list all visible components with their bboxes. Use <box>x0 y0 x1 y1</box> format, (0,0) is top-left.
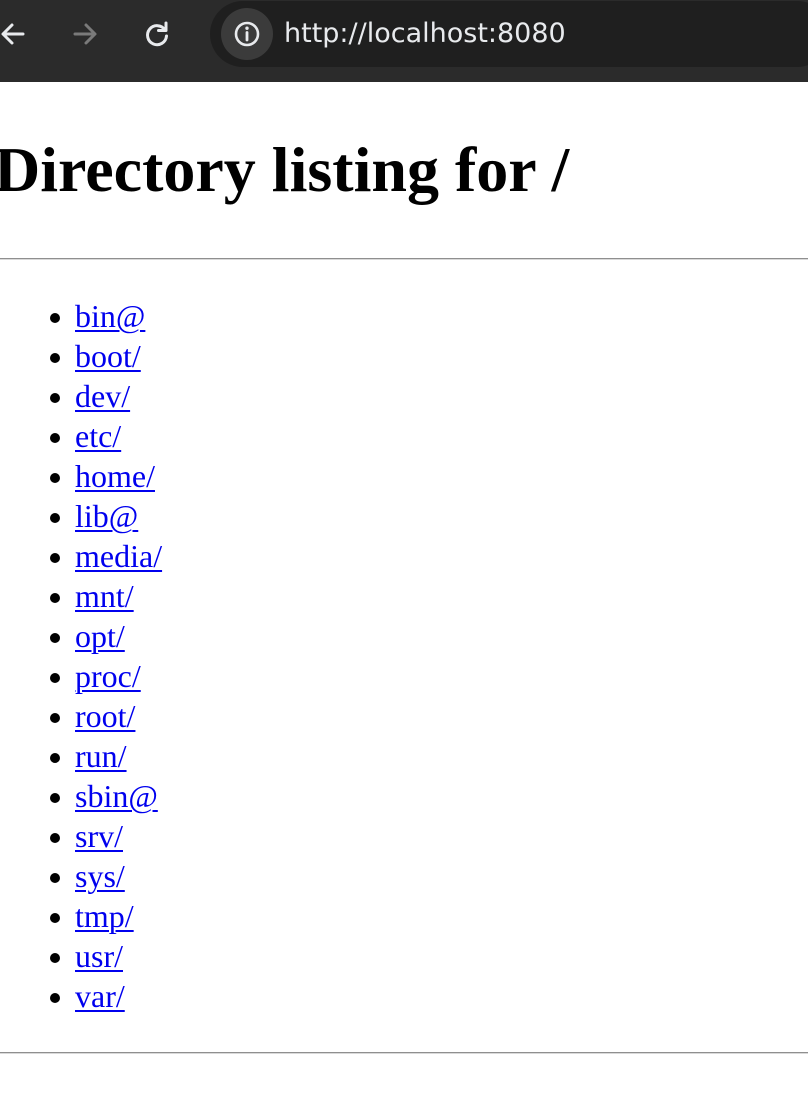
bullet-icon <box>50 633 60 643</box>
directory-link[interactable]: opt/ <box>75 616 125 656</box>
directory-link[interactable]: srv/ <box>75 816 123 856</box>
directory-link[interactable]: boot/ <box>75 336 141 376</box>
bullet-icon <box>50 433 60 443</box>
top-divider <box>0 258 808 260</box>
directory-link[interactable]: bin@ <box>75 296 145 336</box>
directory-link[interactable]: sys/ <box>75 856 125 896</box>
bullet-icon <box>50 793 60 803</box>
directory-link[interactable]: sbin@ <box>75 776 158 816</box>
directory-link[interactable]: var/ <box>75 976 125 1016</box>
bullet-icon <box>50 353 60 363</box>
directory-link[interactable]: etc/ <box>75 416 121 456</box>
reload-button[interactable] <box>140 17 174 51</box>
bullet-icon <box>50 553 60 563</box>
info-icon <box>234 21 260 47</box>
bullet-icon <box>50 593 60 603</box>
directory-link[interactable]: media/ <box>75 536 162 576</box>
bullet-icon <box>50 313 60 323</box>
bullet-icon <box>50 953 60 963</box>
bullet-icon <box>50 473 60 483</box>
page-content: Directory listing for / bin@ boot/dev/etc… <box>0 82 808 1114</box>
url-text[interactable]: http://localhost:8080 <box>284 17 566 51</box>
forward-button[interactable] <box>68 17 102 51</box>
bullet-icon <box>50 873 60 883</box>
bullet-icon <box>50 753 60 763</box>
bullet-icon <box>50 993 60 1003</box>
directory-link[interactable]: proc/ <box>75 656 141 696</box>
arrow-left-icon <box>1 23 25 45</box>
directory-link[interactable]: run/ <box>75 736 127 776</box>
site-info-button[interactable] <box>221 8 273 60</box>
page-title: Directory listing for / <box>0 134 570 205</box>
bullet-icon <box>50 673 60 683</box>
browser-toolbar: http://localhost:8080 <box>0 0 808 82</box>
directory-link[interactable]: home/ <box>75 456 155 496</box>
directory-link[interactable]: dev/ <box>75 376 130 416</box>
reload-icon <box>146 21 168 47</box>
directory-link[interactable]: tmp/ <box>75 896 134 936</box>
bullet-icon <box>50 713 60 723</box>
directory-link[interactable]: root/ <box>75 696 135 736</box>
arrow-right-icon <box>73 23 97 45</box>
bottom-divider <box>0 1052 808 1054</box>
bullet-icon <box>50 393 60 403</box>
directory-link[interactable]: usr/ <box>75 936 123 976</box>
directory-link[interactable]: lib@ <box>75 496 138 536</box>
address-bar[interactable]: http://localhost:8080 <box>210 1 808 67</box>
directory-link[interactable]: mnt/ <box>75 576 134 616</box>
back-button[interactable] <box>0 17 30 51</box>
bullet-icon <box>50 513 60 523</box>
bullet-icon <box>50 833 60 843</box>
bullet-icon <box>50 913 60 923</box>
